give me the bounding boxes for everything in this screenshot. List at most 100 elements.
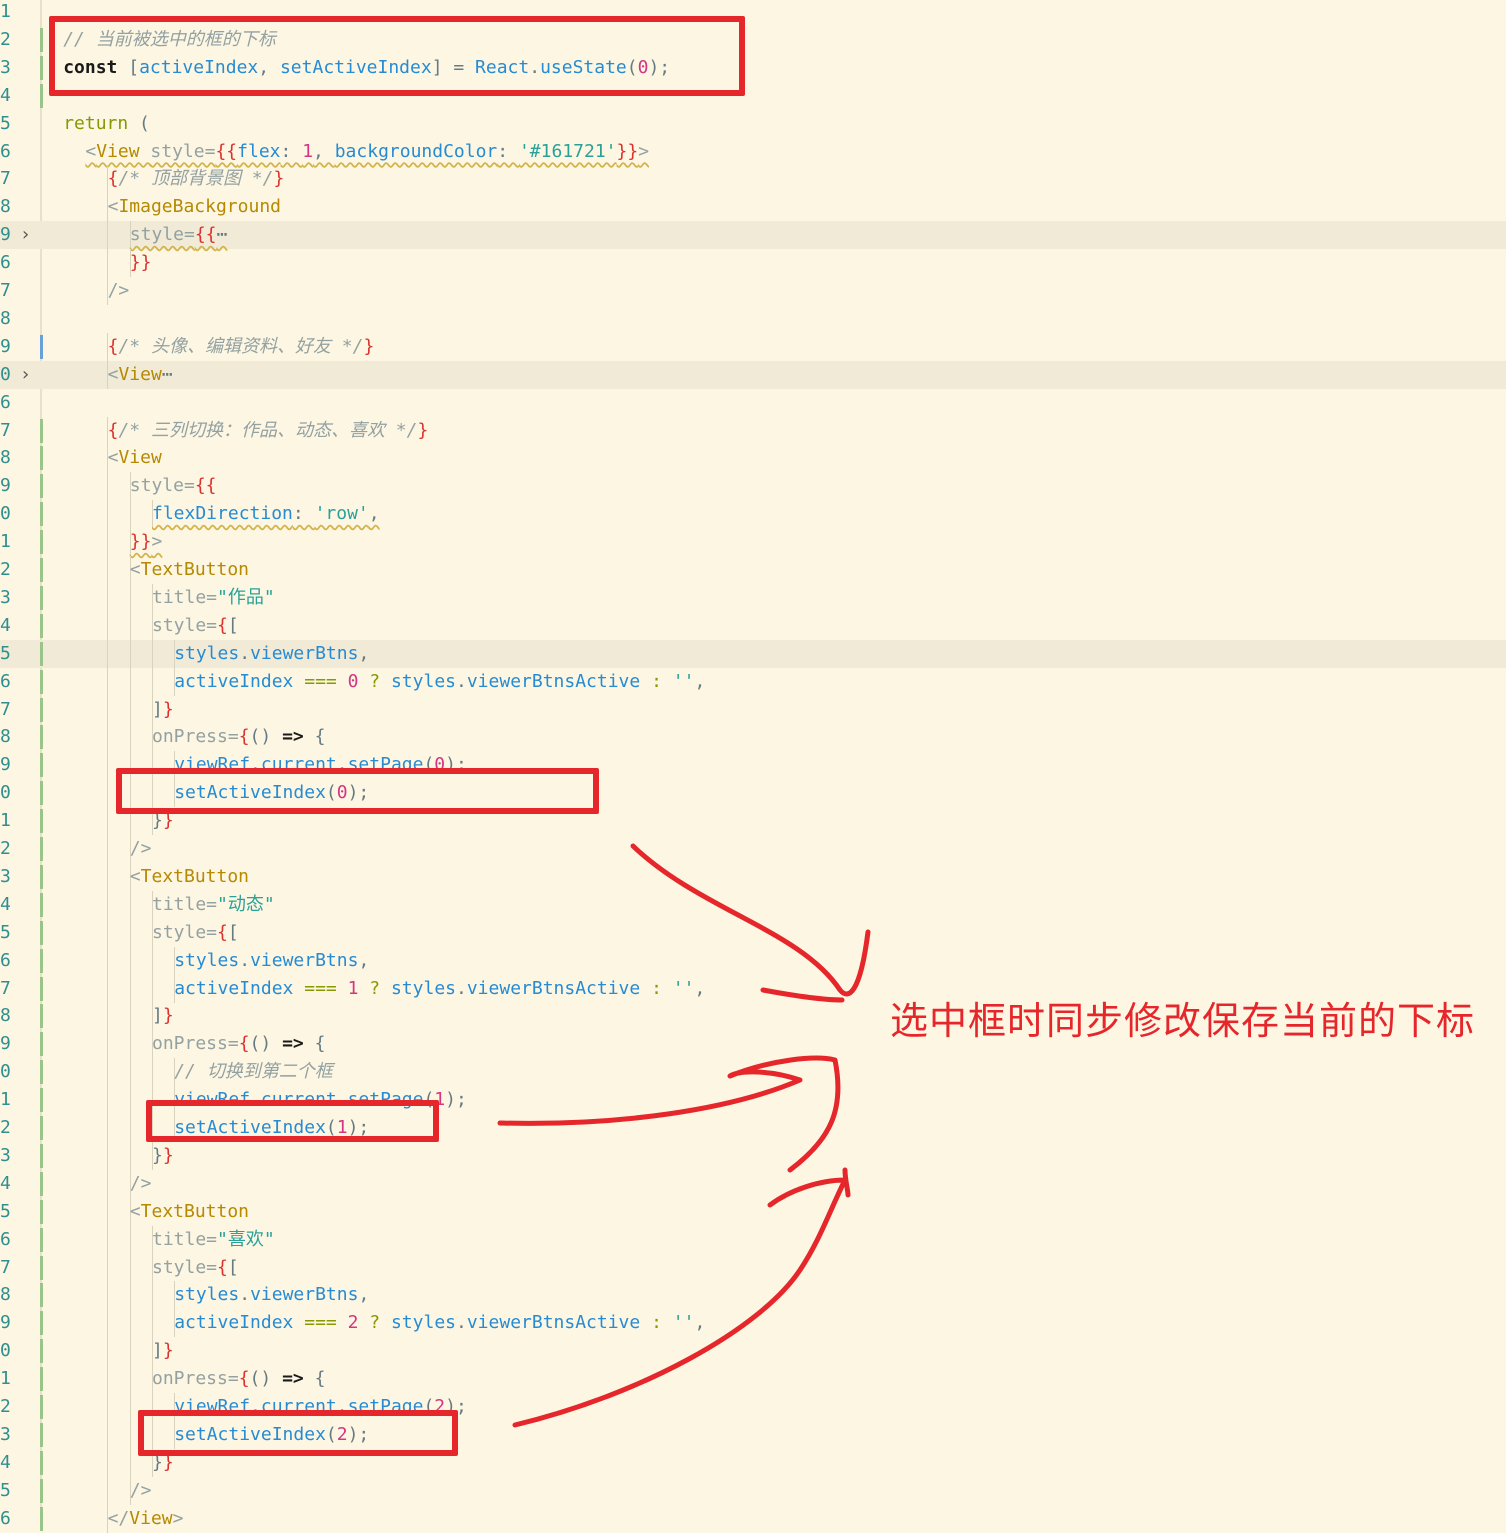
code-editor[interactable]: 1 2// 当前被选中的框的下标 3 const [activeIndex, setA… [0, 0, 1506, 1533]
line-number: 9 [0, 224, 11, 246]
code-line[interactable]: 8 <ImageBackground [0, 193, 1506, 222]
code-text: }} [152, 1142, 174, 1170]
code-line[interactable]: 6}} [0, 249, 1506, 278]
code-text: return ( [63, 110, 150, 138]
code-line[interactable]: 3 title="作品" [0, 583, 1506, 612]
indent-guide [129, 1114, 131, 1142]
code-token: () [249, 1033, 283, 1055]
line-number: 4 [0, 893, 11, 915]
line-number: 2 [0, 28, 11, 50]
code-line[interactable]: 6 activeIndex === 0 ? styles.viewerBtnsAc… [0, 667, 1506, 696]
code-text: <View style={{flex: 1, backgroundColor: … [85, 138, 649, 166]
code-line[interactable]: 7]} [0, 695, 1506, 724]
code-token: {{ [215, 140, 238, 162]
code-line[interactable]: 8 [0, 305, 1506, 333]
code-token: [ [227, 614, 239, 636]
code-line[interactable]: 6 [0, 389, 1506, 417]
fold-chevron-icon[interactable]: › [20, 361, 31, 389]
code-line[interactable]: 8 styles.viewerBtns, [0, 1281, 1506, 1310]
line-number: 2 [0, 1117, 11, 1138]
code-token: { [107, 419, 119, 441]
code-line[interactable]: 5 return ( [0, 110, 1506, 138]
fold-chevron-icon[interactable]: › [20, 221, 31, 249]
code-token: < [85, 140, 97, 162]
line-number: 6 [0, 670, 11, 692]
code-line[interactable]: 0 › <View⋯ [0, 360, 1506, 389]
line-number: 7 [0, 698, 11, 720]
code-token: styles [174, 642, 240, 664]
indent-guide [151, 1281, 153, 1310]
line-number: 0 [0, 503, 11, 525]
code-token: === [304, 977, 348, 999]
code-line[interactable]: 2 /> [0, 835, 1506, 863]
line-number: 9 [0, 475, 11, 497]
indent-guide [107, 611, 109, 640]
indent-guide [107, 1393, 109, 1421]
git-change-marker [40, 641, 43, 666]
code-line[interactable]: 3 <TextButton [0, 862, 1506, 891]
code-line[interactable]: 5 style={[ [0, 918, 1506, 947]
code-line[interactable]: 0 // 切换到第二个框 [0, 1058, 1506, 1087]
code-line[interactable]: 4 style={[ [0, 611, 1506, 640]
code-line[interactable]: 2 <TextButton [0, 556, 1506, 584]
code-line[interactable]: 0]} [0, 1337, 1506, 1366]
code-line[interactable]: 6 title="喜欢" [0, 1225, 1506, 1254]
code-token: } [273, 168, 285, 190]
code-line[interactable]: 9 › style={{⋯ [0, 221, 1506, 250]
code-line[interactable]: 4 title="动态" [0, 890, 1506, 919]
git-change-marker [40, 1339, 43, 1364]
code-token: => [282, 726, 315, 748]
code-line[interactable]: 9 activeIndex === 2 ? styles.viewerBtnsAc… [0, 1309, 1506, 1338]
line-number: 6 [0, 949, 11, 971]
indent-guide [129, 583, 131, 612]
code-text: // 切换到第二个框 [174, 1058, 333, 1086]
git-change-marker [40, 1004, 43, 1029]
code-line[interactable]: 4 /> [0, 1169, 1506, 1198]
code-line[interactable]: 6 </View> [0, 1504, 1506, 1533]
code-token: }} [129, 531, 152, 553]
code-line[interactable]: 7 {/* 三列切换：作品、动态、喜欢 */} [0, 416, 1506, 445]
code-text: ]} [152, 1002, 174, 1030]
code-token: flex [237, 140, 281, 162]
code-line[interactable]: 9 style={{ [0, 472, 1506, 501]
indent-guide [129, 1365, 131, 1394]
line-number: 3 [0, 1423, 11, 1445]
code-token: styles [390, 1312, 456, 1334]
code-line[interactable]: 5 /> [0, 1476, 1506, 1505]
code-token: styles [390, 977, 456, 999]
code-line[interactable]: 7 style={[ [0, 1253, 1506, 1282]
highlight-box [138, 1410, 458, 1456]
code-token: ] [152, 698, 163, 720]
indent-guide [129, 500, 131, 529]
code-token: () [249, 1368, 283, 1390]
line-number: 1 [0, 1, 11, 22]
code-line[interactable]: 7 {/* 顶部背景图 */} [0, 165, 1506, 194]
code-line[interactable]: 7 /> [0, 277, 1506, 305]
code-token: viewerBtnsActive [466, 1312, 652, 1334]
code-line[interactable]: 9 {/* 头像、编辑资料、好友 */} [0, 332, 1506, 361]
code-line[interactable]: 6 <View style={{flex: 1, backgroundColor:… [0, 138, 1506, 166]
code-token: styles [174, 949, 240, 971]
code-line[interactable]: 5 styles.viewerBtns, [0, 639, 1506, 668]
code-line[interactable]: 8 onPress={() => { [0, 723, 1506, 752]
code-token: > [638, 140, 650, 162]
code-line[interactable]: 8 <View [0, 444, 1506, 473]
line-number: 9 [0, 1033, 11, 1055]
code-line[interactable]: 0 flexDirection: 'row', [0, 500, 1506, 529]
indent-guide [107, 723, 109, 752]
code-line[interactable]: 3}} [0, 1141, 1506, 1170]
code-line[interactable]: 5 <TextButton [0, 1197, 1506, 1226]
line-number: 5 [0, 1200, 11, 1222]
code-token: , [694, 977, 706, 999]
git-change-marker [40, 446, 43, 471]
code-text: /> [108, 277, 130, 305]
line-number: 6 [0, 252, 11, 274]
code-line[interactable]: 6 styles.viewerBtns, [0, 946, 1506, 975]
line-number: 6 [0, 391, 11, 413]
code-token: viewerBtnsActive [466, 670, 652, 692]
code-line[interactable]: 1}}> [0, 528, 1506, 557]
code-text: style={[ [152, 1254, 239, 1282]
code-line[interactable]: 1 onPress={() => { [0, 1365, 1506, 1394]
code-token: , [358, 949, 370, 971]
line-number: 0 [0, 1340, 11, 1362]
